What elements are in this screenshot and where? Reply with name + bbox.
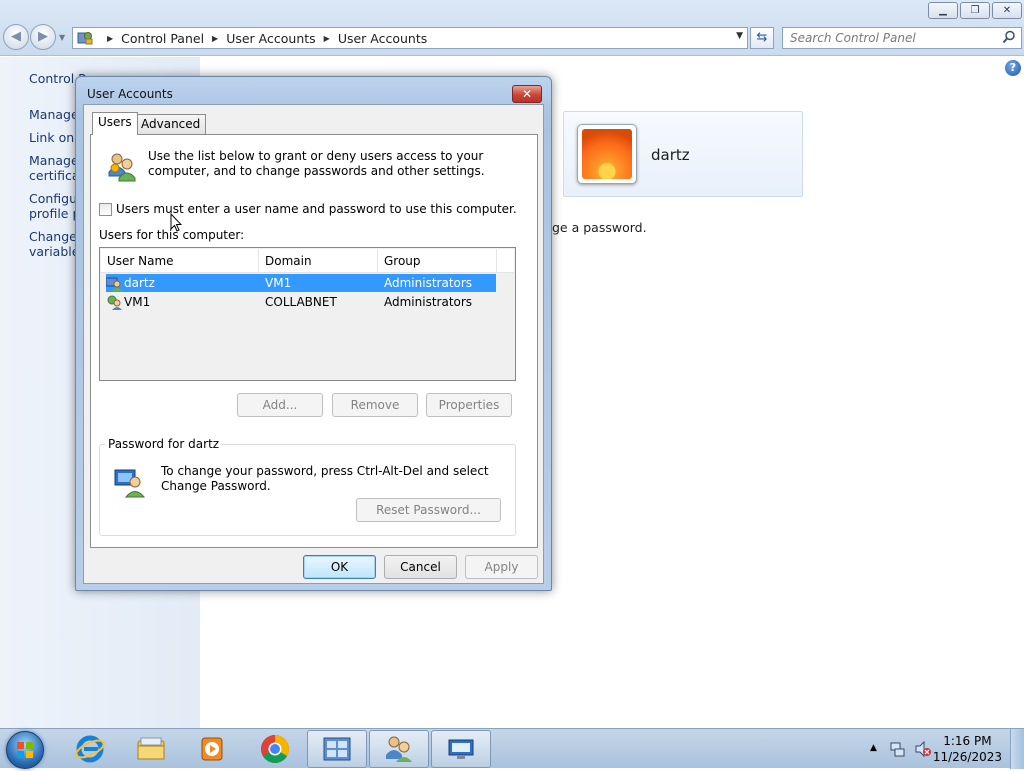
restore-button[interactable]: ❐ [960, 2, 990, 19]
minimize-button[interactable]: ▁ [928, 2, 958, 19]
internet-explorer-icon [75, 735, 105, 763]
show-desktop-button[interactable] [1010, 729, 1024, 769]
control-panel-taskbar-button[interactable] [307, 730, 367, 768]
user-picture[interactable] [577, 124, 637, 184]
recent-pages-dropdown[interactable]: ▼ [59, 33, 65, 42]
users-tab-panel: Use the list below to grant or deny user… [90, 134, 538, 548]
explorer-title-bar: ▁ ❐ ✕ ◀ ▶ ▼ ▶ Control Panel ▶ User Accou… [0, 0, 1024, 56]
mouse-cursor-icon [170, 213, 182, 232]
search-icon[interactable] [1002, 30, 1016, 47]
user-tile-name: dartz [651, 146, 690, 164]
search-input[interactable]: Search Control Panel [782, 27, 1022, 49]
user-accounts-icon [386, 736, 412, 762]
password-user-icon [114, 466, 146, 501]
row-group: Administrators [384, 295, 473, 309]
breadcrumb-arrow-icon[interactable]: ▶ [107, 34, 113, 43]
intro-text: Use the list below to grant or deny user… [148, 149, 485, 178]
forward-button[interactable]: ▶ [30, 24, 56, 50]
folder-icon [137, 737, 165, 760]
row-user-name: dartz [124, 276, 155, 290]
address-bar[interactable]: ▶ Control Panel ▶ User Accounts ▶ User A… [72, 27, 748, 49]
add-user-button[interactable]: Add... [237, 393, 323, 417]
checkbox-box[interactable] [99, 202, 112, 216]
ok-button[interactable]: OK [303, 555, 376, 579]
remote-desktop-taskbar-button[interactable] [431, 730, 491, 768]
table-row[interactable]: VM1 COLLABNET Administrators [106, 293, 496, 311]
users-listview[interactable]: User Name Domain Group dartz VM1 Adminis… [99, 247, 516, 381]
breadcrumb-user-accounts-current[interactable]: User Accounts [338, 31, 427, 46]
tab-advanced[interactable]: Advanced [135, 114, 207, 135]
properties-button[interactable]: Properties [426, 393, 512, 417]
start-button[interactable] [6, 731, 44, 769]
column-user-name[interactable]: User Name [101, 249, 259, 273]
chrome-taskbar-button[interactable] [245, 730, 305, 768]
row-domain: VM1 [265, 276, 292, 290]
control-panel-icon [323, 737, 351, 761]
breadcrumb-arrow-icon[interactable]: ▶ [212, 34, 218, 43]
password-group-label: Password for dartz [105, 437, 223, 451]
dialog-close-button[interactable]: ✕ [512, 85, 542, 103]
change-password-link[interactable]: ge a password. [552, 220, 647, 235]
clock-time: 1:16 PM [943, 734, 992, 748]
user-account-tile: dartz [563, 111, 803, 197]
media-player-taskbar-button[interactable] [182, 730, 242, 768]
breadcrumb-user-accounts[interactable]: User Accounts [226, 31, 315, 46]
require-login-checkbox[interactable]: Users must enter a user name and passwor… [99, 202, 517, 216]
user-icon [106, 294, 122, 315]
control-panel-icon [77, 30, 93, 46]
media-player-icon [201, 737, 223, 761]
reset-password-button[interactable]: Reset Password... [356, 498, 501, 522]
apply-button[interactable]: Apply [465, 555, 538, 579]
flower-picture-icon [582, 129, 632, 179]
user-accounts-taskbar-button[interactable] [369, 730, 429, 768]
monitor-icon [448, 739, 474, 759]
navigation-buttons: ◀ ▶ ▼ [3, 24, 65, 50]
tab-users[interactable]: Users [92, 112, 138, 135]
file-explorer-taskbar-button[interactable] [121, 730, 181, 768]
nav-link-manage-credentials[interactable]: Manage [29, 107, 79, 122]
volume-muted-icon[interactable] [914, 740, 932, 761]
dialog-title: User Accounts [87, 87, 173, 101]
help-icon[interactable]: ? [1005, 60, 1021, 76]
system-clock[interactable]: 1:16 PM 11/26/2023 [933, 733, 1002, 765]
dialog-body: Users Advanced Use the list below to gra… [83, 104, 544, 584]
row-user-name: VM1 [124, 295, 151, 309]
user-accounts-dialog: User Accounts ✕ Users Advanced Use the l… [75, 76, 552, 591]
breadcrumb-control-panel[interactable]: Control Panel [121, 31, 204, 46]
refresh-button[interactable]: ⇆ [750, 27, 774, 49]
password-groupbox: Password for dartz To change your passwo… [99, 437, 516, 536]
row-group: Administrators [384, 276, 473, 290]
row-domain: COLLABNET [265, 295, 337, 309]
nav-link-manage-certificates[interactable]: Manage [29, 153, 79, 168]
taskbar: ▲ 1:16 PM 11/26/2023 [0, 728, 1024, 769]
password-instructions: To change your password, press Ctrl-Alt-… [161, 464, 489, 493]
address-dropdown-icon[interactable]: ▼ [736, 31, 743, 41]
show-hidden-icons-button[interactable]: ▲ [870, 743, 877, 753]
column-group[interactable]: Group [378, 249, 497, 273]
column-domain[interactable]: Domain [259, 249, 378, 273]
breadcrumb-arrow-icon[interactable]: ▶ [324, 34, 330, 43]
network-icon[interactable] [889, 740, 907, 761]
users-icon [106, 150, 138, 185]
window-caption-buttons: ▁ ❐ ✕ [928, 2, 1022, 19]
close-window-button[interactable]: ✕ [992, 2, 1022, 19]
listview-header: User Name Domain Group [101, 249, 514, 273]
table-row[interactable]: dartz VM1 Administrators [105, 274, 496, 292]
search-placeholder: Search Control Panel [790, 31, 916, 45]
clock-date: 11/26/2023 [932, 750, 1002, 764]
remove-user-button[interactable]: Remove [332, 393, 418, 417]
nav-link-environment-variables[interactable]: Change [29, 229, 77, 244]
windows-logo-icon [17, 742, 33, 758]
back-button[interactable]: ◀ [3, 24, 29, 50]
nav-link-configure-profile[interactable]: Configu [29, 191, 77, 206]
cancel-button[interactable]: Cancel [384, 555, 457, 579]
chrome-icon [261, 735, 289, 763]
internet-explorer-taskbar-button[interactable] [60, 730, 120, 768]
nav-link-online-ids[interactable]: Link onli [29, 130, 81, 145]
